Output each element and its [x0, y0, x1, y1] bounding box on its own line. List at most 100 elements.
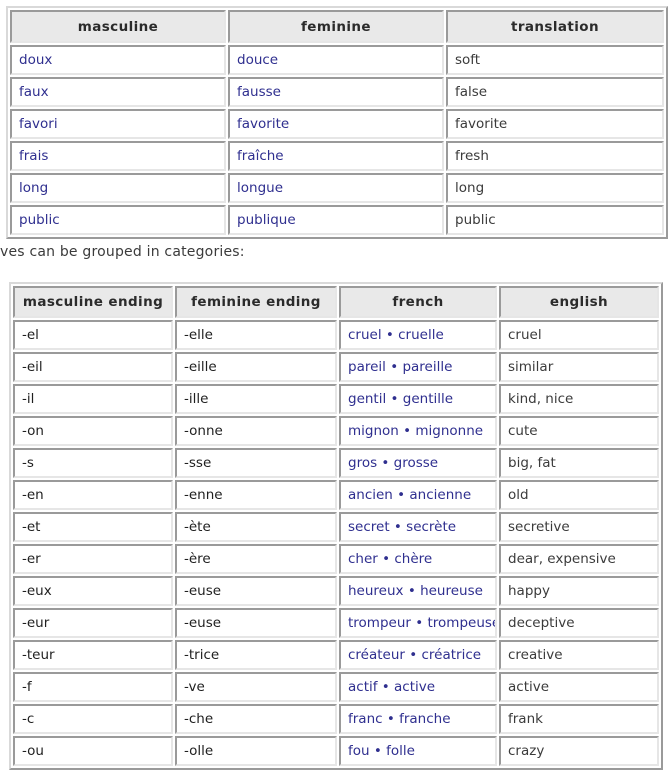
table-cell: dear, expensive [499, 544, 659, 574]
table-cell: douce [228, 45, 444, 75]
table-cell: -euse [175, 576, 337, 606]
table-cell: kind, nice [499, 384, 659, 414]
table-cell: -teur [13, 640, 173, 670]
table-cell: -f [13, 672, 173, 702]
irregular-adjectives-table: masculine feminine translation doux douce… [6, 6, 668, 239]
table-cell: -eur [13, 608, 173, 638]
table-cell: crazy [499, 736, 659, 766]
table-cell: -on [13, 416, 173, 446]
column-header-french: french [339, 286, 497, 318]
column-header-masculine-ending: masculine ending [13, 286, 173, 318]
table-cell: -enne [175, 480, 337, 510]
column-header-feminine-ending: feminine ending [175, 286, 337, 318]
table-cell: -et [13, 512, 173, 542]
table-row: -eux -euse heureux • heureuse happy [13, 576, 659, 606]
table-cell: favorite [228, 109, 444, 139]
column-header-translation: translation [446, 10, 664, 43]
table-cell: old [499, 480, 659, 510]
table-cell: -eil [13, 352, 173, 382]
table-cell: creative [499, 640, 659, 670]
table-cell: -ille [175, 384, 337, 414]
table-row: -eur -euse trompeur • trompeuse deceptive [13, 608, 659, 638]
table-cell: -ou [13, 736, 173, 766]
table-cell: -ve [175, 672, 337, 702]
table-cell: heureux • heureuse [339, 576, 497, 606]
column-header-english: english [499, 286, 659, 318]
table-cell: -trice [175, 640, 337, 670]
table-cell: gentil • gentille [339, 384, 497, 414]
column-header-masculine: masculine [10, 10, 226, 43]
table-cell: franc • franche [339, 704, 497, 734]
table-cell: long [10, 173, 226, 203]
table-cell: cruel • cruelle [339, 320, 497, 350]
table-cell: secretive [499, 512, 659, 542]
table-cell: favori [10, 109, 226, 139]
table-cell: -elle [175, 320, 337, 350]
table-cell: publique [228, 205, 444, 235]
table-row: public publique public [10, 205, 664, 235]
table-cell: fou • folle [339, 736, 497, 766]
table-cell: big, fat [499, 448, 659, 478]
table-cell: -el [13, 320, 173, 350]
table-row: -f -ve actif • active active [13, 672, 659, 702]
table-cell: frais [10, 141, 226, 171]
table-cell: fraîche [228, 141, 444, 171]
table-cell: cruel [499, 320, 659, 350]
table-row: long longue long [10, 173, 664, 203]
table-cell: deceptive [499, 608, 659, 638]
table-cell: cute [499, 416, 659, 446]
table-cell: -s [13, 448, 173, 478]
table-cell: -eille [175, 352, 337, 382]
table-cell: similar [499, 352, 659, 382]
table-row: favori favorite favorite [10, 109, 664, 139]
table-cell: ancien • ancienne [339, 480, 497, 510]
table-cell: public [10, 205, 226, 235]
table-cell: secret • secrète [339, 512, 497, 542]
table-row: -on -onne mignon • mignonne cute [13, 416, 659, 446]
table-cell: active [499, 672, 659, 702]
table-cell: -c [13, 704, 173, 734]
table-row: -eil -eille pareil • pareille similar [13, 352, 659, 382]
table-row: -er -ère cher • chère dear, expensive [13, 544, 659, 574]
table-cell: -en [13, 480, 173, 510]
table-row: doux douce soft [10, 45, 664, 75]
table-cell: -ète [175, 512, 337, 542]
table-cell: fausse [228, 77, 444, 107]
endings-table-header-row: masculine ending feminine ending french … [13, 286, 659, 318]
table-cell: false [446, 77, 664, 107]
table-cell: trompeur • trompeuse [339, 608, 497, 638]
table-row: faux fausse false [10, 77, 664, 107]
table-cell: happy [499, 576, 659, 606]
table-cell: doux [10, 45, 226, 75]
table-cell: cher • chère [339, 544, 497, 574]
adjectives-table-body: doux douce soft faux fausse false favori favori… [10, 45, 664, 235]
table-cell: -euse [175, 608, 337, 638]
table-row: -en -enne ancien • ancienne old [13, 480, 659, 510]
table-row: -il -ille gentil • gentille kind, nice [13, 384, 659, 414]
table-cell: faux [10, 77, 226, 107]
table-cell: -er [13, 544, 173, 574]
adjective-endings-table: masculine ending feminine ending french … [9, 282, 663, 770]
table-cell: -onne [175, 416, 337, 446]
table-row: -s -sse gros • grosse big, fat [13, 448, 659, 478]
table-row: -el -elle cruel • cruelle cruel [13, 320, 659, 350]
table-row: -ou -olle fou • folle crazy [13, 736, 659, 766]
table-row: -et -ète secret • secrète secretive [13, 512, 659, 542]
table-cell: gros • grosse [339, 448, 497, 478]
table-row: frais fraîche fresh [10, 141, 664, 171]
table-row: -c -che franc • franche frank [13, 704, 659, 734]
table-cell: mignon • mignonne [339, 416, 497, 446]
table-cell: frank [499, 704, 659, 734]
table-cell: -che [175, 704, 337, 734]
table-cell: pareil • pareille [339, 352, 497, 382]
table-cell: -eux [13, 576, 173, 606]
table-cell: -il [13, 384, 173, 414]
table-cell: soft [446, 45, 664, 75]
table-cell: long [446, 173, 664, 203]
table-cell: public [446, 205, 664, 235]
endings-table-body: -el -elle cruel • cruelle cruel -eil -eille pa… [13, 320, 659, 766]
table-cell: -sse [175, 448, 337, 478]
column-header-feminine: feminine [228, 10, 444, 43]
table-cell: actif • active [339, 672, 497, 702]
table-cell: fresh [446, 141, 664, 171]
